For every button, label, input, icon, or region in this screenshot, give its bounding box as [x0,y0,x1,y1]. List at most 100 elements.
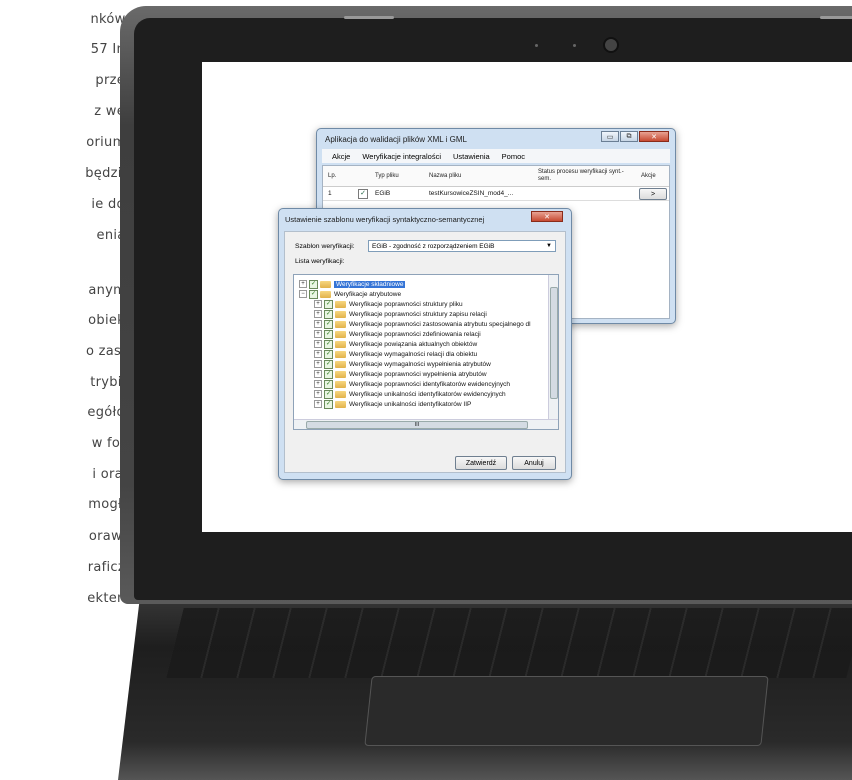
tree-item-label: Weryfikacje poprawności zastosowania atr… [349,320,531,328]
row-checkbox[interactable]: ✓ [358,189,368,199]
checkbox-icon[interactable]: ✓ [324,359,333,369]
folder-icon [335,370,346,378]
lid-edge-highlight [344,16,394,19]
tree-item[interactable]: + ✓ Weryfikacje unikalności identyfikatoró… [314,399,471,409]
row-action-button[interactable]: > [639,188,667,200]
checkbox-icon[interactable]: ✓ [324,399,333,409]
table-header: Lp. Typ pliku Nazwa pliku Status procesu… [323,166,669,187]
checkbox-icon[interactable]: ✓ [309,289,318,299]
tree-item[interactable]: − ✓ Weryfikacje atrybutowe [299,289,401,299]
maximize-icon[interactable]: ⧉ [620,131,638,142]
laptop-keyboard [166,608,852,678]
laptop-touchpad [364,676,769,746]
col-lp[interactable]: Lp. [328,173,336,179]
expand-icon[interactable]: + [314,370,322,378]
checkbox-icon[interactable]: ✓ [324,349,333,359]
tree-item-label: Weryfikacje unikalności identyfikatorów … [349,400,472,408]
folder-icon [320,290,331,298]
cancel-button[interactable]: Anuluj [512,456,556,470]
tree-item[interactable]: + ✓ Weryfikacje poprawności zastosowania a… [314,319,531,329]
close-icon[interactable]: ✕ [531,211,563,222]
dialog-title: Ustawienie szablonu weryfikacji syntakty… [285,215,485,224]
menu-pomoc[interactable]: Pomoc [502,152,525,161]
checkbox-icon[interactable]: ✓ [309,279,318,289]
tree-item[interactable]: + ✓ Weryfikacje poprawności struktury plik… [314,299,463,309]
row-filename: testKursowiceZSIN_mod4_... [429,190,514,197]
tree-item-label: Weryfikacje wymagalności wypełnienia atr… [349,360,491,368]
tree-item-label: Weryfikacje poprawności wypełnienia atry… [349,370,487,378]
checkbox-icon[interactable]: ✓ [324,319,333,329]
tree-item[interactable]: + ✓ Weryfikacje składniowe [299,279,406,289]
template-select[interactable]: EGiB - zgodność z rozporządzeniem EGiB ▼ [368,240,556,252]
list-label: Lista weryfikacji: [295,258,345,265]
expand-icon[interactable]: + [314,300,322,308]
checkbox-icon[interactable]: ✓ [324,389,333,399]
checkbox-icon[interactable]: ✓ [324,309,333,319]
tree-item-label: Weryfikacje poprawności struktury zapisu… [349,310,487,318]
hscroll-thumb[interactable]: III [306,421,528,429]
expand-icon[interactable]: + [314,330,322,338]
article-text-column: nków, 57 In-prze-z we-orium. będzie ie do-e… [0,0,130,757]
checkbox-icon[interactable]: ✓ [324,329,333,339]
table-row[interactable]: 1 ✓ EGiB testKursowiceZSIN_mod4_... > [323,187,669,201]
template-dialog: Ustawienie szablonu weryfikacji syntakty… [278,208,572,480]
col-name[interactable]: Nazwa pliku [429,173,461,179]
tree-item[interactable]: + ✓ Weryfikacje poprawności struktury zapi… [314,309,487,319]
template-select-value: EGiB - zgodność z rozporządzeniem EGiB [372,242,495,250]
chevron-down-icon: ▼ [546,243,552,249]
sensor-dot [573,44,576,47]
expand-icon[interactable]: + [299,280,307,288]
expand-icon[interactable]: + [314,340,322,348]
folder-icon [335,340,346,348]
tree-item[interactable]: + ✓ Weryfikacje wymagalności wypełnienia a… [314,359,491,369]
col-type[interactable]: Typ pliku [375,173,399,179]
folder-icon [335,310,346,318]
folder-icon [335,380,346,388]
tree-item[interactable]: + ✓ Weryfikacje wymagalności relacji dla o… [314,349,477,359]
tree-item-label: Weryfikacje składniowe [334,280,406,288]
minimize-icon[interactable]: ▭ [601,131,619,142]
checkbox-icon[interactable]: ✓ [324,379,333,389]
folder-icon [335,350,346,358]
expand-icon[interactable]: + [314,390,322,398]
menu-bar: Akcje Weryfikacje integralości Ustawieni… [322,149,670,163]
expand-icon[interactable]: + [314,310,322,318]
tree-item-label: Weryfikacje atrybutowe [334,290,402,298]
col-status[interactable]: Status procesu weryfikacji synt.-sem. [538,169,626,183]
expand-icon[interactable]: + [314,320,322,328]
checkbox-icon[interactable]: ✓ [324,299,333,309]
tree-item[interactable]: + ✓ Weryfikacje poprawności identyfikatoró… [314,379,510,389]
row-type: EGiB [375,190,391,197]
expand-icon[interactable]: + [314,360,322,368]
col-actions[interactable]: Akcje [641,173,656,179]
folder-icon [335,360,346,368]
confirm-button[interactable]: Zatwierdź [455,456,507,470]
window-title: Aplikacja do walidacji plików XML i GML [325,135,467,144]
row-lp: 1 [328,190,332,197]
collapse-icon[interactable]: − [299,290,307,298]
vertical-scrollbar[interactable] [548,275,558,419]
scroll-thumb[interactable] [550,287,558,399]
tree-item[interactable]: + ✓ Weryfikacje unikalności identyfikatoró… [314,389,506,399]
tree-item-label: Weryfikacje poprawności struktury pliku [349,300,463,308]
checkbox-icon[interactable]: ✓ [324,369,333,379]
folder-icon [335,320,346,328]
expand-icon[interactable]: + [314,380,322,388]
folder-icon [335,400,346,408]
tree-item[interactable]: + ✓ Weryfikacje powiązania aktualnych obie… [314,339,477,349]
checkbox-icon[interactable]: ✓ [324,339,333,349]
horizontal-scrollbar[interactable]: III [294,419,558,429]
tree-item-label: Weryfikacje powiązania aktualnych obiekt… [349,340,478,348]
menu-weryfikacje[interactable]: Weryfikacje integralości [362,152,441,161]
tree-item[interactable]: + ✓ Weryfikacje poprawności zdefiniowania … [314,329,481,339]
tree-item[interactable]: + ✓ Weryfikacje poprawności wypełnienia at… [314,369,487,379]
close-icon[interactable]: ✕ [639,131,669,142]
dialog-controls: ✕ [531,211,563,222]
expand-icon[interactable]: + [314,400,322,408]
tree-item-label: Weryfikacje wymagalności relacji dla obi… [349,350,478,358]
menu-ustawienia[interactable]: Ustawienia [453,152,490,161]
expand-icon[interactable]: + [314,350,322,358]
webcam-icon [603,37,619,53]
menu-akcje[interactable]: Akcje [332,152,350,161]
verification-tree[interactable]: + ✓ Weryfikacje składniowe − ✓ Weryfikacje at… [293,274,559,430]
